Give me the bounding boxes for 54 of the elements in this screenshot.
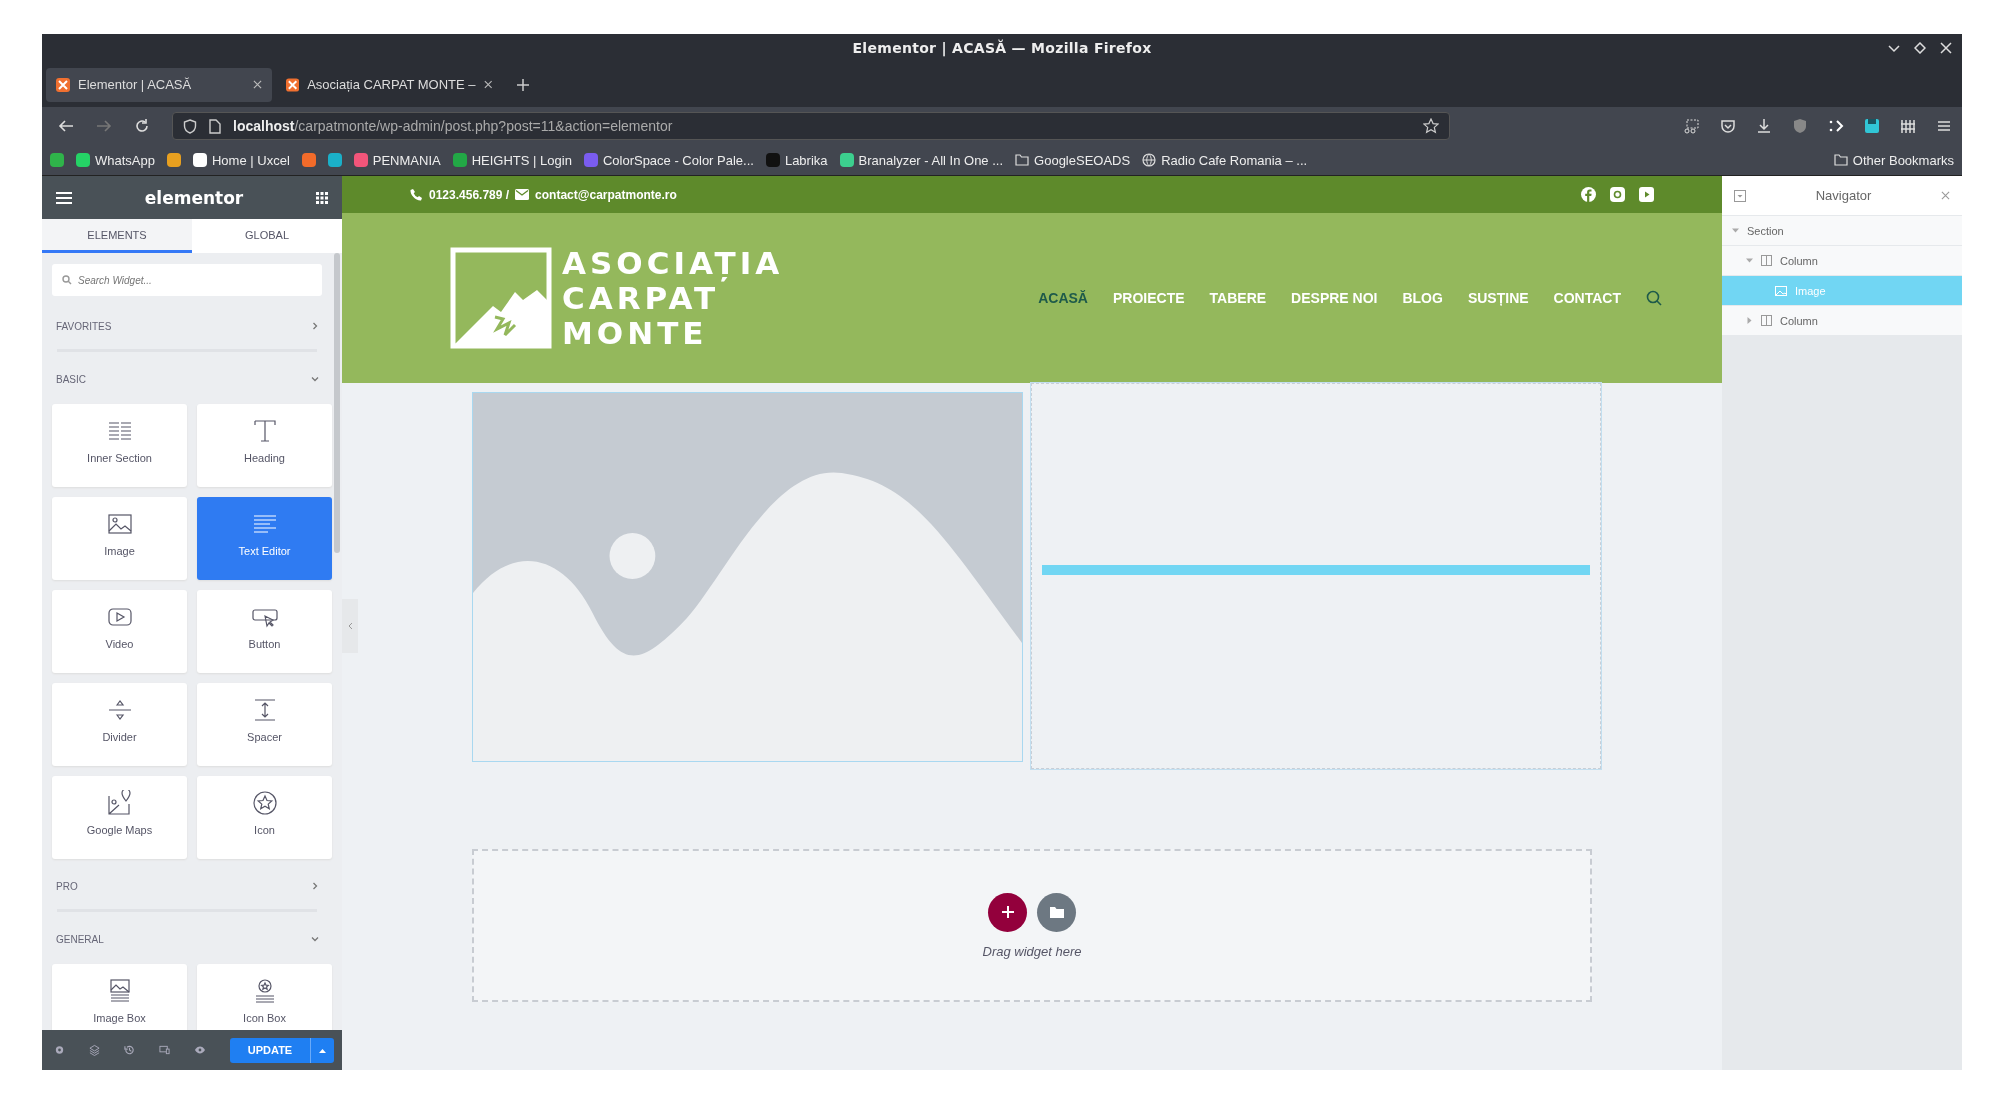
category-header[interactable]: GENERAL bbox=[52, 924, 322, 954]
drop-hint: Drag widget here bbox=[982, 943, 1082, 959]
bookmark[interactable]: Home | Uxcel bbox=[193, 152, 290, 168]
widget-card[interactable]: Icon Box bbox=[197, 964, 332, 1030]
email-address: contact@carpatmonte.ro bbox=[535, 187, 677, 202]
panel-tab[interactable]: GLOBAL bbox=[192, 219, 342, 253]
bookmark[interactable]: Branalyzer - All In One ... bbox=[839, 152, 1004, 168]
category-header[interactable]: FAVORITES bbox=[52, 311, 322, 341]
widget-card[interactable]: Heading bbox=[197, 404, 332, 487]
widget-card[interactable]: Divider bbox=[52, 683, 187, 766]
widget-card[interactable]: Inner Section bbox=[52, 404, 187, 487]
widget-card[interactable]: Text Editor bbox=[197, 497, 332, 580]
category-title: FAVORITES bbox=[56, 320, 112, 332]
widget-card[interactable]: Icon bbox=[197, 776, 332, 859]
address-bar[interactable]: localhost/carpatmonte/wp-admin/post.php?post=11&action=elementor bbox=[172, 112, 1450, 140]
nav-link[interactable]: ACASĂ bbox=[1038, 290, 1088, 306]
logo-text: CARPAT bbox=[562, 280, 720, 316]
tab-title: Elementor | ACASĂ bbox=[78, 77, 193, 92]
drop-zone[interactable]: Drag widget here bbox=[472, 849, 1592, 1002]
bookmark[interactable]: HEIGHTS | Login bbox=[452, 152, 572, 168]
category-title: PRO bbox=[56, 880, 78, 892]
tab-title: Asociația CARPAT MONTE – bbox=[307, 77, 476, 92]
panel-tab[interactable]: ELEMENTS bbox=[42, 219, 192, 253]
phone-number: 0123.456.789 / bbox=[429, 187, 510, 202]
widget-card[interactable]: Image bbox=[52, 497, 187, 580]
browser-tab[interactable]: Elementor | ACASĂ bbox=[46, 67, 272, 102]
browser-tab[interactable]: Asociația CARPAT MONTE – bbox=[276, 67, 502, 102]
widget-card[interactable]: Button bbox=[197, 590, 332, 673]
logo-text: ASOCIAȚIA bbox=[562, 245, 784, 281]
search-field[interactable]: Search Widget... bbox=[52, 264, 322, 296]
window-title: Elementor | ACASĂ — Mozilla Firefox bbox=[852, 40, 1152, 56]
category-title: BASIC bbox=[56, 373, 86, 385]
widget-card[interactable]: Spacer bbox=[197, 683, 332, 766]
navigator-title: Navigator bbox=[1815, 188, 1872, 203]
update-button[interactable]: UPDATE bbox=[230, 1037, 310, 1063]
tree-item[interactable]: Section bbox=[1722, 216, 1962, 246]
widget-card[interactable]: Image Box bbox=[52, 964, 187, 1030]
tree-item[interactable]: Column bbox=[1722, 246, 1962, 276]
bookmark[interactable]: PENMANIA bbox=[353, 152, 441, 168]
bookmark[interactable]: GoogleSEOADS bbox=[1015, 152, 1131, 168]
bookmark[interactable]: ColorSpace - Color Pale... bbox=[583, 152, 754, 168]
elementor-logo: elementor bbox=[144, 187, 244, 208]
category-header[interactable]: BASIC bbox=[52, 364, 322, 394]
tree-item[interactable]: Column bbox=[1722, 306, 1962, 336]
bookmark[interactable]: WhatsApp bbox=[76, 152, 155, 168]
category-title: GENERAL bbox=[56, 933, 104, 945]
bookmark[interactable]: Labrika bbox=[765, 152, 828, 168]
widget-card[interactable]: Google Maps bbox=[52, 776, 187, 859]
widget-card[interactable]: Video bbox=[52, 590, 187, 673]
url-text: localhost/carpatmonte/wp-admin/post.php?post=11&action=elementor bbox=[233, 118, 674, 134]
bookmark-folder[interactable]: Other Bookmarks bbox=[1833, 152, 1954, 168]
logo-text: MONTE bbox=[562, 315, 709, 351]
category-header[interactable]: PRO bbox=[52, 871, 322, 901]
bookmark[interactable]: Radio Cafe Romania – ... bbox=[1142, 152, 1308, 168]
